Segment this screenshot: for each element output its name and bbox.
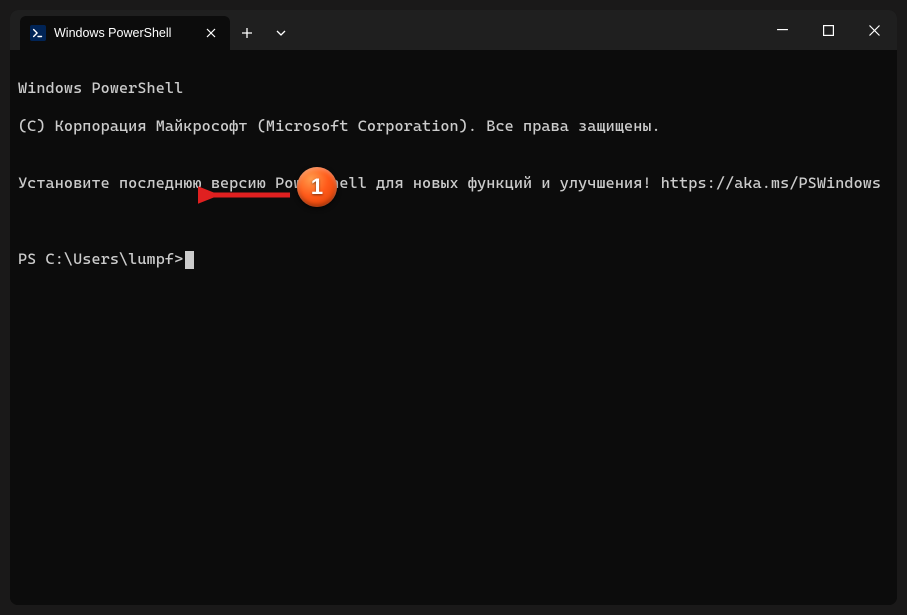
prompt-text: PS C:\Users\lumpf> [18,250,183,269]
tab-title: Windows PowerShell [54,26,194,40]
window-controls [759,10,897,50]
powershell-icon [30,25,46,41]
terminal-line: Установите последнюю версию PowerShell д… [18,174,889,193]
tab-close-button[interactable] [202,24,220,42]
terminal-line: (C) Корпорация Майкрософт (Microsoft Cor… [18,117,889,136]
cursor-icon [185,251,194,269]
minimize-button[interactable] [759,10,805,50]
tab-powershell[interactable]: Windows PowerShell [20,16,230,50]
titlebar-drag-area[interactable] [298,10,759,50]
new-tab-button[interactable] [230,16,264,50]
maximize-button[interactable] [805,10,851,50]
prompt-line: PS C:\Users\lumpf> [18,250,889,269]
terminal-content[interactable]: Windows PowerShell (C) Корпорация Майкро… [10,50,897,605]
tab-dropdown-button[interactable] [264,16,298,50]
terminal-line: Windows PowerShell [18,79,889,98]
terminal-window: Windows PowerShell [10,10,897,605]
window-titlebar: Windows PowerShell [10,10,897,50]
close-button[interactable] [851,10,897,50]
